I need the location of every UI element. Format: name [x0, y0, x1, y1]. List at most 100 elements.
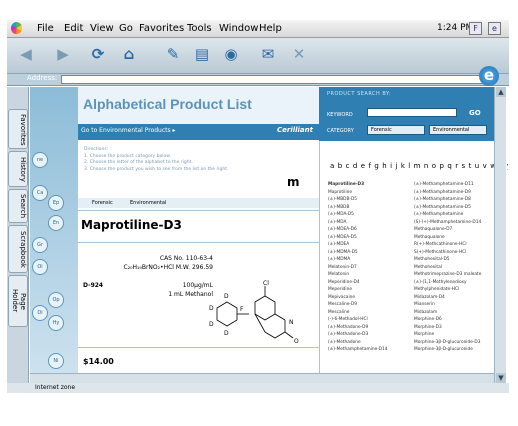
category-forensic-select[interactable]: Forensic	[367, 125, 425, 135]
menu-bar: File Edit View Go Favorites Tools Window…	[7, 20, 509, 38]
mail-icon[interactable]: ✉	[259, 45, 277, 63]
directions-step: 3. Choose the product you wish to see fr…	[84, 166, 229, 172]
menu-go[interactable]: Go	[119, 23, 133, 34]
refresh-icon[interactable]: ⟳	[89, 45, 107, 63]
product-link[interactable]: Methohexital	[414, 264, 499, 272]
sidebar-tab-history[interactable]: History	[8, 151, 28, 187]
product-link[interactable]: (±)-MDEA-D5	[328, 234, 413, 242]
product-link[interactable]: R(+)-Methcathinone-HCl	[414, 241, 499, 249]
menu-edit[interactable]: Edit	[64, 23, 83, 34]
menu-help[interactable]: Help	[259, 23, 282, 34]
product-link[interactable]: (±)-MBDB	[328, 204, 413, 212]
product-link[interactable]: Maprotiline-D3	[328, 181, 413, 189]
search-header: PRODUCT SEARCH BY:	[327, 91, 392, 97]
product-link[interactable]: (±)-MDEA-D6	[328, 226, 413, 234]
go-button[interactable]: GO	[469, 109, 481, 117]
product-link[interactable]: Maprotiline	[328, 189, 413, 197]
product-link[interactable]: (±)-MDMA	[328, 256, 413, 264]
hex-cell: Op	[48, 292, 64, 308]
product-link[interactable]: Midazolam-D4	[414, 294, 499, 302]
sidebar-tab-page-holder[interactable]: Page Holder	[8, 275, 28, 327]
product-link[interactable]: (±)-Methamphetamine-D9	[414, 189, 499, 197]
product-link[interactable]: Methaqualone-D7	[414, 226, 499, 234]
scroll-up-icon[interactable]: ▲	[496, 87, 506, 97]
product-link[interactable]: Morphine-3β-D-glucuronide-D3	[414, 339, 499, 347]
product-link[interactable]: Methylphenidate-HCl	[414, 286, 499, 294]
product-link[interactable]: (±)-MDA	[328, 219, 413, 227]
product-link[interactable]: Morphine-3β-D-glucuronide	[414, 346, 499, 354]
product-link[interactable]: Morphine	[414, 331, 499, 339]
product-link[interactable]: (-)-6-Methadol-HCl	[328, 316, 413, 324]
product-link[interactable]: Methohexital-D5	[414, 256, 499, 264]
nav-band: Go to Environmental Products ▸ Cerillian…	[78, 124, 319, 140]
product-link[interactable]: (±)-Methamphetamine-D11	[414, 181, 499, 189]
menu-tools[interactable]: Tools	[187, 23, 212, 34]
menu-view[interactable]: View	[90, 23, 114, 34]
product-link[interactable]: (±)-Methadone-D3	[328, 331, 413, 339]
keyword-input[interactable]	[367, 108, 457, 117]
menu-window[interactable]: Window	[219, 23, 258, 34]
product-link[interactable]: Methotrimeprazine-D3 maleate	[414, 271, 499, 279]
forward-icon[interactable]: ▶	[54, 45, 72, 63]
divider	[319, 141, 320, 383]
sidebar-tab-scrapbook[interactable]: Scrapbook	[8, 225, 28, 273]
tab-environmental[interactable]: Environmental	[130, 200, 166, 206]
address-input[interactable]	[61, 75, 491, 84]
alphabet-selector[interactable]: a b c d e f g h i j k l m n o p q r s t …	[330, 162, 508, 170]
product-link[interactable]: (±)-MBDB-D5	[328, 196, 413, 204]
web-content: ne Ca Ep En Gr Oi Op Hy Di Ni Alphabetic…	[30, 87, 508, 383]
back-icon[interactable]: ◀	[17, 45, 35, 63]
product-link[interactable]: Midazolam	[414, 309, 499, 317]
hex-cell: Ep	[48, 195, 64, 211]
sidebar-tab-search[interactable]: Search	[8, 189, 28, 223]
product-link[interactable]: Morphine-D3	[414, 324, 499, 332]
divider	[78, 347, 319, 348]
product-link[interactable]: S(+)-Methcathinone-HCl	[414, 249, 499, 257]
category-environmental-select[interactable]: Environmental	[429, 125, 487, 135]
history-icon[interactable]: ◉	[222, 45, 240, 63]
product-link[interactable]: (±)-Methadone	[328, 339, 413, 347]
environmental-products-link[interactable]: Go to Environmental Products ▸	[81, 127, 176, 134]
product-link[interactable]: Meperidine	[328, 286, 413, 294]
horizontal-scrollbar[interactable]	[30, 373, 494, 383]
product-link[interactable]: Morphine-D6	[414, 316, 499, 324]
scroll-down-icon[interactable]: ▼	[496, 373, 506, 383]
product-link[interactable]: (±)-Methamphetamine-D14	[328, 346, 413, 354]
apple-menu-icon[interactable]	[11, 22, 22, 34]
product-link[interactable]: (S)-(+)-Methamphetamine-D14	[414, 219, 499, 227]
product-link[interactable]: (±)-MDMA-D5	[328, 249, 413, 257]
ie-app-icon[interactable]: e	[488, 22, 501, 35]
product-link[interactable]: Meperidine-D4	[328, 279, 413, 287]
product-link[interactable]: Mepivacaine	[328, 294, 413, 302]
product-link[interactable]: Mianserin	[414, 301, 499, 309]
product-link[interactable]: Mescaline	[328, 309, 413, 317]
product-link[interactable]: Mescaline-D9	[328, 301, 413, 309]
stop-icon[interactable]: ✕	[290, 45, 308, 63]
product-link[interactable]: (±)-Methadone-D9	[328, 324, 413, 332]
tab-forensic[interactable]: Forensic	[92, 200, 113, 206]
menu-favorites[interactable]: Favorites	[139, 23, 184, 34]
favorites-icon[interactable]: ✎	[164, 45, 182, 63]
home-icon[interactable]: ⌂	[120, 45, 138, 63]
svg-text:F: F	[240, 306, 244, 313]
product-link[interactable]: Methaqualone	[414, 234, 499, 242]
product-link[interactable]: (±)-(1,1-Methylenedioxy	[414, 279, 499, 287]
product-link[interactable]: Melatonin	[328, 271, 413, 279]
sidebar-tab-favorites[interactable]: Favorites	[8, 109, 28, 149]
product-link[interactable]: (±)-Methamphetamine	[414, 211, 499, 219]
menu-file[interactable]: File	[37, 23, 54, 34]
product-link[interactable]: (±)-MDA-D5	[328, 211, 413, 219]
product-link[interactable]: (±)-Methamphetamine-D8	[414, 196, 499, 204]
finder-icon[interactable]: F	[469, 22, 482, 35]
product-link[interactable]: (±)-Methamphetamine-D5	[414, 204, 499, 212]
product-link[interactable]: (±)-MDEA	[328, 241, 413, 249]
vertical-scrollbar[interactable]: ▲ ▼	[494, 87, 506, 383]
svg-text:Cl: Cl	[263, 280, 269, 287]
print-icon[interactable]: ▤	[193, 45, 211, 63]
category-label: CATEGORY	[327, 128, 354, 134]
svg-text:D: D	[224, 293, 229, 300]
product-link[interactable]: Melatonin-D7	[328, 264, 413, 272]
product-list-column: (±)-Methamphetamine-D11 (±)-Methamphetami…	[414, 181, 499, 354]
hex-cell: Di	[32, 305, 48, 321]
directions-text: Directions: 1. Choose the product catego…	[84, 147, 228, 173]
